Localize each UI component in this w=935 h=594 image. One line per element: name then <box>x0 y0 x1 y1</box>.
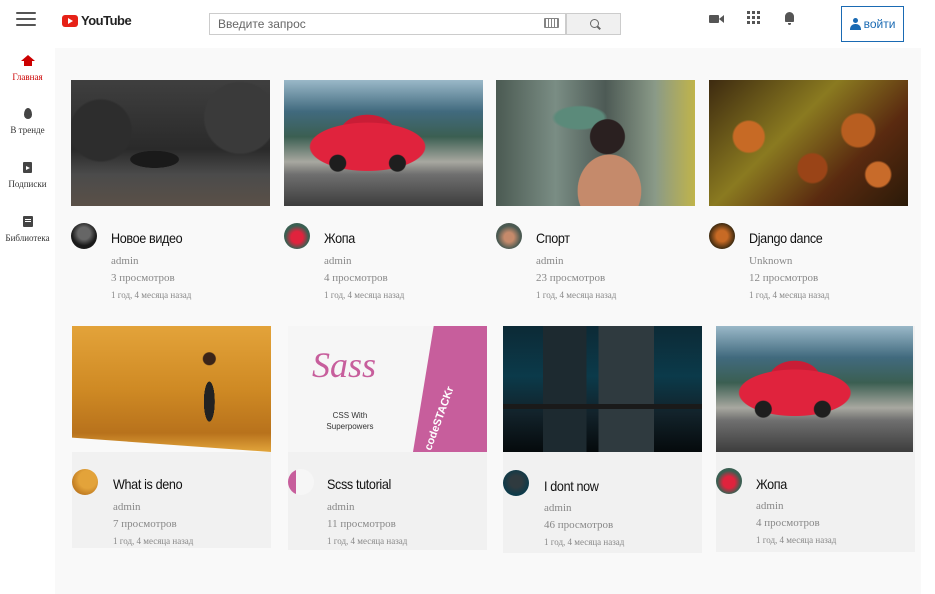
login-button[interactable]: войти <box>841 6 904 42</box>
upload-time: 1 год, 4 месяца назад <box>756 535 837 545</box>
channel-avatar[interactable] <box>288 469 314 495</box>
channel-name[interactable]: Unknown <box>749 255 792 267</box>
channel-avatar[interactable] <box>284 223 310 249</box>
search-button[interactable] <box>566 13 621 35</box>
search-input[interactable] <box>210 14 526 34</box>
upload-time: 1 год, 4 месяца назад <box>327 536 408 546</box>
sidebar-item-label: Библиотека <box>5 233 50 243</box>
video-card[interactable]: Sass CSS With Superpowers codeSTACKr Scs… <box>288 326 487 550</box>
video-thumbnail[interactable] <box>284 80 483 206</box>
view-count: 7 просмотров <box>113 518 177 530</box>
video-title[interactable]: Scss tutorial <box>327 476 391 492</box>
view-count: 12 просмотров <box>749 272 819 284</box>
video-thumbnail[interactable] <box>716 326 913 452</box>
video-thumbnail[interactable]: Sass CSS With Superpowers codeSTACKr <box>288 326 487 452</box>
video-card[interactable]: Жопа admin 4 просмотров 1 год, 4 месяца … <box>716 326 915 552</box>
sass-tagline: CSS With Superpowers <box>326 411 374 431</box>
home-icon <box>20 55 35 66</box>
sidebar-item-label: Подписки <box>8 179 47 189</box>
video-thumbnail[interactable] <box>71 80 270 206</box>
subscriptions-icon <box>23 162 32 173</box>
video-title[interactable]: What is deno <box>113 476 183 492</box>
channel-avatar[interactable] <box>71 223 97 249</box>
video-camera-icon[interactable] <box>709 12 725 26</box>
video-thumbnail[interactable] <box>72 326 271 452</box>
user-icon <box>849 18 861 30</box>
video-title[interactable]: Django dance <box>749 230 823 246</box>
channel-name[interactable]: admin <box>544 502 572 514</box>
video-thumbnail[interactable] <box>496 80 695 206</box>
view-count: 4 просмотров <box>324 272 388 284</box>
upload-time: 1 год, 4 месяца назад <box>536 290 617 300</box>
channel-name[interactable]: admin <box>756 500 784 512</box>
top-header: YouTube войти <box>0 0 935 48</box>
fire-icon <box>23 108 32 119</box>
upload-time: 1 год, 4 месяца назад <box>111 290 192 300</box>
view-count: 46 просмотров <box>544 519 614 531</box>
view-count: 11 просмотров <box>327 518 396 530</box>
channel-name[interactable]: admin <box>113 501 141 513</box>
channel-avatar[interactable] <box>716 468 742 494</box>
video-title[interactable]: Спорт <box>536 230 570 246</box>
sidebar-item-trending[interactable]: В тренде <box>0 108 55 135</box>
sidebar-item-label: В тренде <box>10 125 45 135</box>
keyboard-icon[interactable] <box>544 18 559 28</box>
bell-icon[interactable] <box>782 12 798 26</box>
video-card[interactable]: Спорт admin 23 просмотров 1 год, 4 месяц… <box>496 80 695 305</box>
video-title[interactable]: I dont now <box>544 478 599 494</box>
upload-time: 1 год, 4 месяца назад <box>113 536 194 546</box>
search-icon <box>590 19 599 28</box>
video-title[interactable]: Жопа <box>324 230 355 246</box>
channel-avatar[interactable] <box>496 223 522 249</box>
sidebar-item-library[interactable]: Библиотека <box>0 216 55 243</box>
video-thumbnail[interactable] <box>503 326 702 452</box>
channel-name[interactable]: admin <box>111 255 139 267</box>
scrollbar-track[interactable] <box>921 48 935 594</box>
video-card[interactable]: Жопа admin 4 просмотров 1 год, 4 месяца … <box>284 80 483 305</box>
sidebar-item-home[interactable]: Главная <box>0 55 55 82</box>
view-count: 23 просмотров <box>536 272 606 284</box>
youtube-play-icon <box>62 14 78 27</box>
view-count: 3 просмотров <box>111 272 175 284</box>
library-icon <box>22 216 33 227</box>
channel-name[interactable]: admin <box>536 255 564 267</box>
youtube-logo[interactable]: YouTube <box>62 13 132 28</box>
sidebar: Главная В тренде Подписки Библиотека <box>0 48 55 594</box>
video-title[interactable]: Жопа <box>756 476 787 492</box>
channel-name[interactable]: admin <box>327 501 355 513</box>
upload-time: 1 год, 4 месяца назад <box>749 290 830 300</box>
video-card[interactable]: What is deno admin 7 просмотров 1 год, 4… <box>72 326 271 548</box>
search-box <box>209 13 566 35</box>
video-title[interactable]: Новое видео <box>111 230 183 246</box>
sidebar-item-label: Главная <box>12 72 43 82</box>
upload-time: 1 год, 4 месяца назад <box>544 537 625 547</box>
login-label: войти <box>863 17 896 31</box>
apps-grid-icon[interactable] <box>747 11 760 24</box>
upload-time: 1 год, 4 месяца назад <box>324 290 405 300</box>
channel-avatar[interactable] <box>72 469 98 495</box>
view-count: 4 просмотров <box>756 517 820 529</box>
sidebar-item-subscriptions[interactable]: Подписки <box>0 162 55 189</box>
video-thumbnail[interactable] <box>709 80 908 206</box>
video-card[interactable]: Новое видео admin 3 просмотров 1 год, 4 … <box>71 80 270 305</box>
video-card[interactable]: I dont now admin 46 просмотров 1 год, 4 … <box>503 326 702 553</box>
sass-logo-text: Sass <box>312 345 377 385</box>
channel-avatar[interactable] <box>709 223 735 249</box>
logo-text: YouTube <box>81 13 132 28</box>
menu-icon[interactable] <box>16 12 36 28</box>
channel-avatar[interactable] <box>503 470 529 496</box>
video-card[interactable]: Django dance Unknown 12 просмотров 1 год… <box>709 80 908 305</box>
channel-name[interactable]: admin <box>324 255 352 267</box>
